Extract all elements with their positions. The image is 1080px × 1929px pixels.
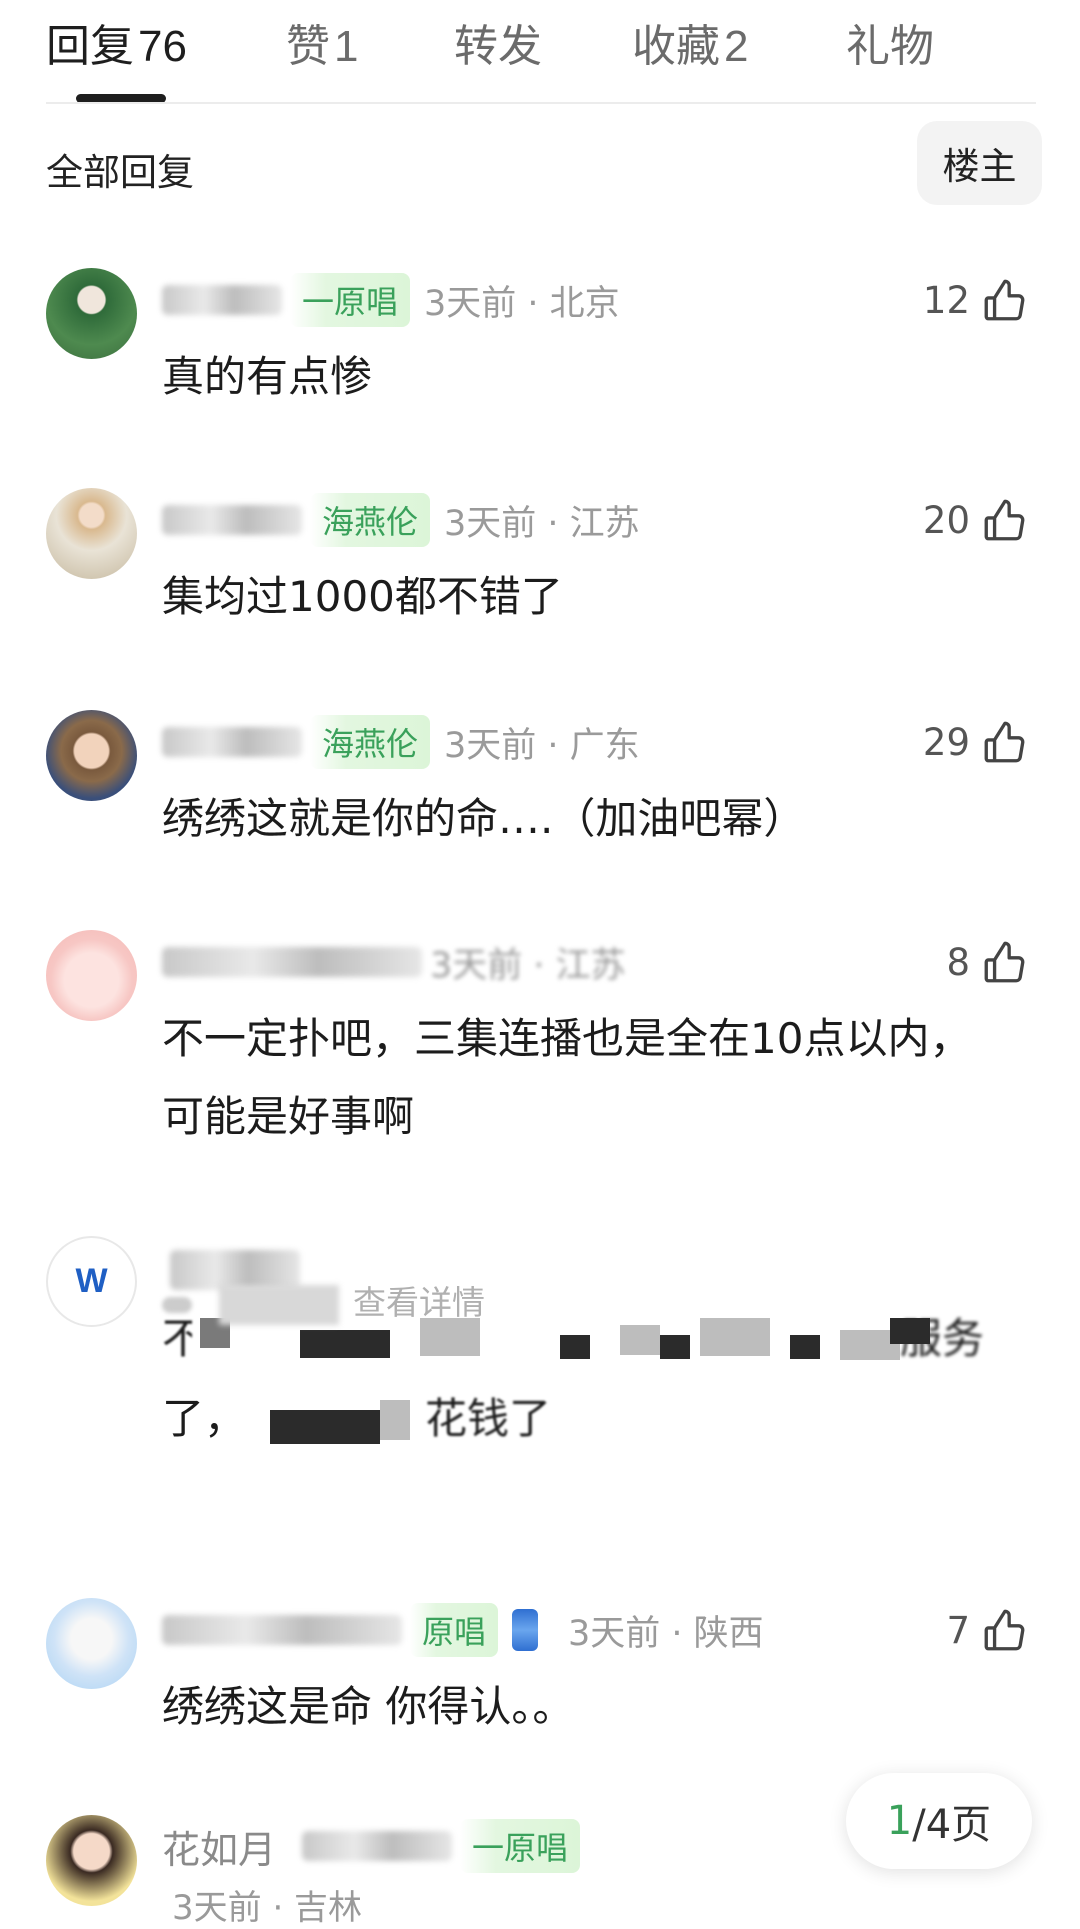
tab-count: 1 — [334, 22, 359, 71]
comment-time-location: 3天前 · 陕西 — [568, 1613, 764, 1654]
comment-meta: 海燕伦 3天前 · 广东 — [162, 712, 640, 772]
comment-meta: 原唱 3天前 · 陕西 — [162, 1600, 764, 1660]
blurred-username[interactable] — [302, 1831, 453, 1861]
tab-label: 礼物 — [846, 21, 934, 72]
mosaic-block — [560, 1335, 590, 1359]
tab-count: 76 — [138, 22, 187, 71]
mosaic-block — [890, 1318, 930, 1344]
like-button[interactable]: 8 — [946, 932, 1030, 992]
mosaic-block — [270, 1410, 380, 1444]
mosaic-block — [790, 1335, 820, 1359]
blurred-source — [218, 1284, 339, 1325]
all-replies-label: 全部回复 — [46, 151, 194, 194]
user-badge: 一原唱 — [290, 273, 411, 327]
thumbs-up-icon — [984, 1609, 1025, 1651]
comment-text-fragment: 了， — [162, 1394, 247, 1443]
tab-label: 转发 — [454, 21, 542, 72]
mosaic-block — [300, 1330, 390, 1358]
tab-likes[interactable]: 赞1 — [286, 10, 358, 74]
ad-source-row[interactable]: 查看详情 — [162, 1276, 485, 1325]
thumbs-up-icon — [984, 721, 1025, 763]
like-button[interactable]: 20 — [923, 490, 1030, 550]
w-logo-icon: W — [75, 1262, 108, 1300]
comment-time-location: 3天前 · 江苏 — [430, 945, 626, 986]
thumbs-up-icon — [984, 941, 1025, 983]
like-count: 8 — [946, 940, 970, 984]
mosaic-block — [660, 1335, 690, 1359]
comment-text: 绣绣这是命 你得认。。 — [162, 1682, 575, 1731]
tab-reposts[interactable]: 转发 — [454, 10, 542, 74]
comment-time-location: 3天前 · 北京 — [424, 283, 620, 324]
mosaic-block — [380, 1400, 410, 1440]
avatar[interactable] — [46, 488, 137, 579]
comment-text: 集均过1000都不错了 — [162, 572, 563, 621]
comment-meta: 海燕伦 3天前 · 江苏 — [162, 490, 640, 550]
tab-replies[interactable]: 回复76 — [46, 10, 187, 74]
tabs-divider — [46, 102, 1036, 104]
reply-tabs: 回复76 赞1 转发 收藏2 礼物 — [46, 10, 1036, 100]
username[interactable]: 花如月 — [162, 1819, 276, 1874]
blurred-username[interactable] — [162, 1615, 402, 1645]
ad-icon — [162, 1296, 192, 1313]
tab-label: 赞 — [286, 21, 330, 72]
comment-text: 绣绣这就是你的命….（加油吧幂） — [162, 794, 806, 843]
tab-label: 回复 — [46, 21, 134, 72]
comment-meta: 3天前 · 江苏 — [162, 932, 626, 992]
comment-meta: 一原唱 3天前 · 北京 — [162, 270, 620, 330]
mosaic-block — [700, 1318, 770, 1356]
user-badge: 海燕伦 — [310, 493, 431, 547]
blurred-username[interactable] — [162, 505, 302, 535]
total-pages: /4页 — [912, 1802, 992, 1848]
tab-label: 收藏 — [632, 21, 720, 72]
brand-avatar[interactable]: W — [46, 1236, 137, 1327]
thumbs-up-icon — [984, 279, 1025, 321]
tab-gifts[interactable]: 礼物 — [846, 10, 934, 74]
comment-text: 真的有点惨 — [162, 352, 373, 401]
like-count: 7 — [946, 1608, 970, 1652]
avatar[interactable] — [46, 1815, 137, 1906]
like-button[interactable]: 7 — [946, 1600, 1030, 1660]
view-details-link[interactable]: 查看详情 — [353, 1283, 485, 1322]
like-count: 29 — [922, 720, 970, 764]
user-badge: 一原唱 — [460, 1819, 581, 1873]
comment-time-location: 3天前 · 广东 — [444, 725, 640, 766]
tab-favorites[interactable]: 收藏2 — [632, 10, 748, 74]
host-only-button[interactable]: 楼主 — [917, 121, 1042, 205]
avatar[interactable] — [46, 930, 137, 1021]
comment-text: 不一定扑吧，三集连播也是全在10点以内，可能是好事啊 — [162, 1014, 972, 1141]
user-badge: 原唱 — [410, 1603, 499, 1657]
blurred-username[interactable] — [162, 727, 302, 757]
blurred-username[interactable] — [162, 947, 422, 977]
avatar[interactable] — [46, 710, 137, 801]
comment-meta: 花如月 一原唱 — [162, 1816, 594, 1876]
page-indicator[interactable]: 1/4页 — [846, 1773, 1032, 1869]
like-count: 12 — [922, 278, 970, 322]
like-count: 20 — [922, 498, 970, 542]
tab-count: 2 — [724, 22, 749, 71]
user-badge: 海燕伦 — [310, 715, 431, 769]
current-page: 1 — [886, 1798, 913, 1844]
blurred-username[interactable] — [162, 285, 282, 315]
comment-time-location: 3天前 · 江苏 — [444, 503, 640, 544]
thumbs-up-icon — [984, 499, 1025, 541]
avatar[interactable] — [46, 1598, 137, 1689]
comment-text-fragment: 花钱了 — [425, 1394, 552, 1443]
mosaic-block — [620, 1325, 660, 1355]
like-button[interactable]: 29 — [923, 712, 1030, 772]
avatar[interactable] — [46, 268, 137, 359]
comment-time-location: 3天前 · 吉林 — [172, 1888, 363, 1928]
like-button[interactable]: 12 — [923, 270, 1030, 330]
beverage-badge-icon — [512, 1609, 539, 1651]
